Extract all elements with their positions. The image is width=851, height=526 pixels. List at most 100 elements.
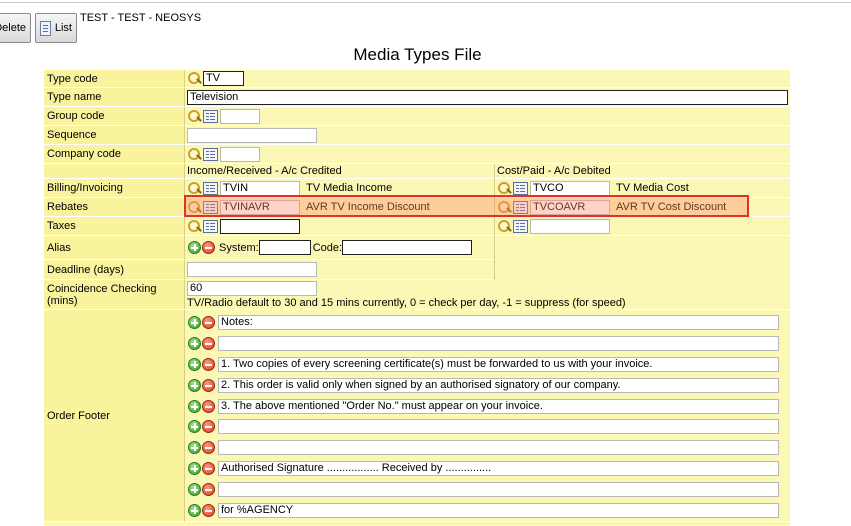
page-title: Media Types File xyxy=(353,45,482,64)
sequence-input[interactable] xyxy=(187,127,317,143)
database-name: TEST - TEST - NEOSYS xyxy=(80,12,202,24)
label-type-name: Type name xyxy=(44,88,185,107)
remove-icon[interactable] xyxy=(202,378,215,392)
picklist-icon[interactable] xyxy=(513,200,528,214)
type-name-input[interactable]: Television xyxy=(187,89,788,105)
rebates-cost-code-input[interactable]: TVCOAVR xyxy=(530,199,610,215)
add-icon[interactable] xyxy=(188,357,201,371)
deadline-input[interactable] xyxy=(187,262,317,277)
lookup-icon[interactable] xyxy=(187,71,202,86)
lookup-icon[interactable] xyxy=(187,147,202,162)
picklist-icon[interactable] xyxy=(203,109,218,123)
taxes-cost-code-input[interactable] xyxy=(530,218,610,234)
row-group-code: Group code xyxy=(44,107,790,126)
footer-line xyxy=(188,417,779,438)
label-taxes: Taxes xyxy=(44,217,185,236)
alias-system-label: System: xyxy=(219,241,259,254)
lookup-icon[interactable] xyxy=(187,219,202,234)
add-icon[interactable] xyxy=(188,420,201,434)
footer-line xyxy=(188,333,779,354)
row-order-footer: Order Footer Notes: 1. Two copies of eve… xyxy=(44,310,790,522)
row-type-code: Type code TV xyxy=(44,70,790,88)
alias-code-label: Code: xyxy=(312,241,343,254)
billing-cost-name: TV Media Cost xyxy=(616,182,689,194)
footer-line-input[interactable] xyxy=(218,419,779,435)
company-code-input[interactable] xyxy=(220,146,260,162)
lookup-icon[interactable] xyxy=(187,109,202,124)
remove-icon[interactable] xyxy=(202,399,215,413)
row-alias: Alias System: Code: xyxy=(44,236,790,260)
coincidence-note: TV/Radio default to 30 and 15 mins curre… xyxy=(187,296,626,309)
picklist-icon[interactable] xyxy=(203,147,218,161)
media-type-form: Type code TV Type name Television Group … xyxy=(44,70,790,526)
footer-line-input[interactable] xyxy=(218,482,779,498)
lookup-icon[interactable] xyxy=(187,200,202,215)
list-button-label: List xyxy=(54,22,72,34)
taxes-income-code-input[interactable] xyxy=(220,218,300,234)
add-icon[interactable] xyxy=(188,399,201,413)
picklist-icon[interactable] xyxy=(203,219,218,233)
add-icon[interactable] xyxy=(188,336,201,350)
remove-icon[interactable] xyxy=(202,441,215,455)
remove-icon[interactable] xyxy=(202,315,215,329)
billing-cost-code-input[interactable]: TVCO xyxy=(530,180,610,196)
footer-line-input[interactable]: Notes: xyxy=(218,314,779,330)
remove-icon[interactable] xyxy=(202,420,215,434)
type-code-input[interactable]: TV xyxy=(203,71,244,86)
row-deadline: Deadline (days) xyxy=(44,260,790,280)
footer-line: 3. The above mentioned "Order No." must … xyxy=(188,396,779,417)
remove-icon[interactable] xyxy=(202,483,215,497)
row-sequence: Sequence xyxy=(44,126,790,145)
footer-line-input[interactable] xyxy=(218,440,779,456)
group-code-input[interactable] xyxy=(220,108,260,124)
add-icon[interactable] xyxy=(188,504,201,518)
picklist-icon[interactable] xyxy=(513,219,528,233)
top-divider xyxy=(0,2,851,3)
label-deadline: Deadline (days) xyxy=(44,260,185,280)
rebates-income-code-input[interactable]: TVINAVR xyxy=(220,199,300,215)
picklist-icon[interactable] xyxy=(513,181,528,195)
lookup-icon[interactable] xyxy=(497,219,512,234)
add-icon[interactable] xyxy=(188,483,201,497)
footer-line-input[interactable]: 3. The above mentioned "Order No." must … xyxy=(218,398,779,414)
footer-line: Notes: xyxy=(188,312,779,333)
footer-line-input[interactable]: 2. This order is valid only when signed … xyxy=(218,377,779,393)
billing-income-code-input[interactable]: TVIN xyxy=(220,180,300,196)
add-icon[interactable] xyxy=(188,441,201,455)
add-icon[interactable] xyxy=(188,462,201,476)
label-company-code: Company code xyxy=(44,145,185,164)
delete-button-label: Delete xyxy=(0,22,26,34)
list-button[interactable]: List xyxy=(35,13,77,43)
coincidence-input[interactable]: 60 xyxy=(187,280,317,296)
add-icon[interactable] xyxy=(188,241,201,254)
remove-icon[interactable] xyxy=(202,504,215,518)
remove-icon[interactable] xyxy=(202,241,215,254)
label-alias: Alias xyxy=(44,236,185,260)
alias-code-input[interactable] xyxy=(342,240,473,255)
lookup-icon[interactable] xyxy=(497,181,512,196)
label-rebates: Rebates xyxy=(44,198,185,217)
picklist-icon[interactable] xyxy=(203,200,218,214)
label-type-code: Type code xyxy=(44,70,185,88)
remove-icon[interactable] xyxy=(202,357,215,371)
footer-line-input[interactable] xyxy=(218,335,779,351)
footer-line-input[interactable]: Authorised Signature ................. R… xyxy=(218,461,779,477)
footer-line: 1. Two copies of every screening certifi… xyxy=(188,354,779,375)
label-group-code: Group code xyxy=(44,107,185,126)
lookup-icon[interactable] xyxy=(187,181,202,196)
picklist-icon[interactable] xyxy=(203,181,218,195)
rebates-income-name: AVR TV Income Discount xyxy=(306,201,430,213)
billing-income-name: TV Media Income xyxy=(306,182,393,194)
remove-icon[interactable] xyxy=(202,336,215,350)
footer-line-input[interactable]: for %AGENCY xyxy=(218,503,779,519)
add-icon[interactable] xyxy=(188,315,201,329)
rebates-cost-name: AVR TV Cost Discount xyxy=(616,201,727,213)
label-billing: Billing/Invoicing xyxy=(44,179,185,198)
add-icon[interactable] xyxy=(188,378,201,392)
remove-icon[interactable] xyxy=(202,462,215,476)
list-icon xyxy=(40,20,51,36)
lookup-icon[interactable] xyxy=(497,200,512,215)
footer-line-input[interactable]: 1. Two copies of every screening certifi… xyxy=(218,356,779,372)
alias-system-input[interactable] xyxy=(258,240,311,255)
delete-button[interactable]: Delete xyxy=(0,13,31,43)
